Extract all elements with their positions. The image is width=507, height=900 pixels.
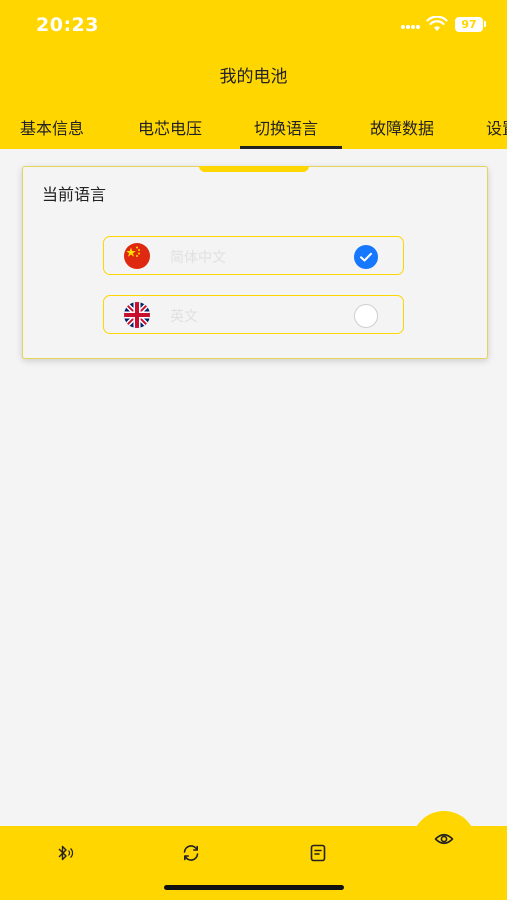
page-title: 我的电池	[219, 67, 288, 87]
card-title: 当前语言	[42, 185, 107, 204]
eye-icon[interactable]	[434, 829, 454, 849]
battery-tip	[484, 21, 486, 27]
tab-cell-voltage[interactable]: 电芯电压	[138, 115, 202, 139]
cellular-signal-icon	[401, 25, 421, 31]
battery-indicator: 97	[455, 17, 483, 32]
home-indicator	[164, 885, 344, 890]
china-flag-icon	[124, 243, 150, 269]
card-notch	[199, 166, 309, 172]
status-time: 20:23	[36, 14, 99, 36]
radio-unchecked-icon[interactable]	[354, 304, 378, 328]
tab-fault-data[interactable]: 故障数据	[370, 115, 434, 139]
language-label-chinese: 简体中文	[170, 250, 226, 266]
tab-settings[interactable]: 设置	[486, 115, 507, 139]
language-option-chinese[interactable]: 简体中文	[103, 236, 404, 275]
language-option-english[interactable]: 英文	[103, 295, 404, 334]
tab-bar: 基本信息 电芯电压 切换语言 故障数据 设置	[0, 108, 507, 149]
wifi-icon	[426, 16, 448, 31]
language-card: 当前语言 简体中文 英文	[22, 166, 488, 359]
radio-checked-icon[interactable]	[354, 245, 378, 269]
status-bar: 20:23 97	[0, 0, 507, 52]
active-tab-indicator	[240, 146, 342, 149]
bluetooth-icon[interactable]	[54, 843, 74, 863]
refresh-icon[interactable]	[181, 843, 201, 863]
header: 20:23 97 我的电池 基本信息 电芯电压 切换语言 故障数据 设置	[0, 0, 507, 149]
tab-switch-language[interactable]: 切换语言	[254, 115, 318, 139]
tab-basic-info[interactable]: 基本信息	[20, 115, 84, 139]
uk-flag-icon	[124, 302, 150, 328]
document-icon[interactable]	[308, 843, 328, 863]
language-label-english: 英文	[170, 309, 198, 325]
